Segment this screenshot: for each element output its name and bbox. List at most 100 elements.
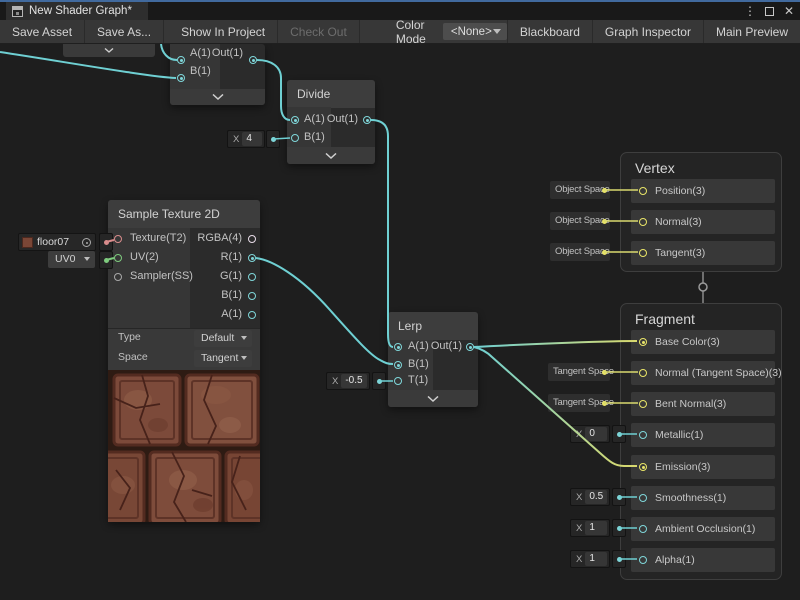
port-t[interactable] [394, 377, 402, 385]
fragment-row-ambient-occlusion[interactable]: Ambient Occlusion(1) [631, 517, 775, 541]
collapse-chevron-icon[interactable] [212, 94, 224, 100]
fragment-row-emission[interactable]: Emission(3) [631, 455, 775, 479]
vertex-context-block[interactable]: Vertex Position(3) Normal(3) Tangent(3) [620, 152, 782, 272]
vertex-row-tangent[interactable]: Tangent(3) [631, 241, 775, 265]
ambient-occlusion-default-field[interactable]: X 1 [570, 519, 610, 537]
type-value: Default [201, 332, 234, 344]
type-dropdown[interactable]: Default [194, 330, 252, 347]
vertex-row-normal[interactable]: Normal(3) [631, 210, 775, 234]
port-b[interactable] [248, 292, 256, 300]
fragment-context-block[interactable]: Fragment Base Color(3) Normal (Tangent S… [620, 303, 782, 580]
collapse-chevron-icon[interactable] [427, 396, 439, 402]
port-a[interactable] [248, 311, 256, 319]
texture-preview [108, 370, 260, 522]
port-bent-normal[interactable] [639, 400, 647, 408]
main-preview-toggle-button[interactable]: Main Preview [703, 20, 800, 43]
port-base-color[interactable] [639, 338, 647, 346]
node-divide[interactable]: Divide A(1) B(1) Out(1) [287, 80, 375, 164]
port-sampler[interactable] [114, 273, 122, 281]
fragment-row-metallic[interactable]: Metallic(1) [631, 423, 775, 447]
node-clipped-footer[interactable] [63, 44, 155, 57]
port-a[interactable] [177, 56, 185, 64]
divide-b-stub [266, 130, 280, 148]
collapse-chevron-icon[interactable] [325, 153, 337, 159]
port-a-label: A(1) [221, 308, 242, 320]
smoothness-default-field[interactable]: X 0.5 [570, 488, 610, 506]
port-out[interactable] [466, 343, 474, 351]
save-asset-button[interactable]: Save Asset [0, 20, 85, 43]
port-g[interactable] [248, 273, 256, 281]
lerp-t-stub [372, 372, 386, 390]
graph-inspector-toggle-button[interactable]: Graph Inspector [592, 20, 703, 43]
node-sample-texture-2d[interactable]: Sample Texture 2D Texture(T2) UV(2) Samp… [108, 200, 260, 522]
port-normal[interactable] [639, 218, 647, 226]
window-menu-icon[interactable]: ⋮ [743, 2, 757, 20]
fragment-row-smoothness[interactable]: Smoothness(1) [631, 486, 775, 510]
color-mode-dropdown[interactable]: <None> [443, 23, 507, 40]
port-out-label: Out(1) [431, 340, 462, 352]
port-out[interactable] [363, 116, 371, 124]
collapse-chevron-icon[interactable] [104, 48, 114, 53]
field-value[interactable]: -0.5 [341, 374, 367, 388]
show-in-project-button[interactable]: Show In Project [169, 20, 278, 43]
fragment-row-alpha[interactable]: Alpha(1) [631, 548, 775, 572]
lerp-t-default-field[interactable]: X -0.5 [326, 372, 370, 390]
ambient-occlusion-stub [612, 519, 626, 537]
port-tangent[interactable] [639, 249, 647, 257]
fragment-title: Fragment [635, 311, 695, 327]
node-lerp[interactable]: Lerp A(1) B(1) T(1) Out(1) [388, 312, 478, 407]
space-label: Space [118, 351, 148, 363]
port-out[interactable] [249, 56, 257, 64]
fragment-row-normal[interactable]: Normal (Tangent Space)(3) [631, 361, 775, 385]
node-title: Lerp [388, 312, 478, 340]
port-dot [602, 401, 607, 406]
field-value[interactable]: 4 [242, 132, 262, 146]
save-as-button[interactable]: Save As... [85, 20, 164, 43]
port-a[interactable] [394, 343, 402, 351]
port-smoothness[interactable] [639, 494, 647, 502]
fragment-row-base-color[interactable]: Base Color(3) [631, 330, 775, 354]
port-dot [617, 526, 622, 531]
port-a[interactable] [291, 116, 299, 124]
port-ambient-occlusion[interactable] [639, 525, 647, 533]
port-dot [104, 240, 109, 245]
port-g-label: G(1) [220, 270, 242, 282]
port-emission[interactable] [639, 463, 647, 471]
port-alpha[interactable] [639, 556, 647, 564]
blackboard-toggle-button[interactable]: Blackboard [507, 20, 592, 43]
vertex-row-position[interactable]: Position(3) [631, 179, 775, 203]
port-b[interactable] [394, 361, 402, 369]
space-badge-object: Object Space [550, 243, 610, 261]
metallic-default-field[interactable]: X 0 [570, 425, 610, 443]
port-b[interactable] [177, 74, 185, 82]
smoothness-stub [612, 488, 626, 506]
node-math-partial[interactable]: A(1) B(1) Out(1) [170, 44, 265, 105]
port-r[interactable] [248, 254, 256, 262]
fragment-row-bent-normal[interactable]: Bent Normal(3) [631, 392, 775, 416]
port-dot [617, 557, 622, 562]
uv-channel-value: UV0 [55, 253, 75, 265]
port-position[interactable] [639, 187, 647, 195]
uv-channel-dropdown[interactable]: UV0 [48, 251, 95, 268]
tab-new-shader-graph[interactable]: New Shader Graph* [6, 2, 148, 20]
metallic-stub [612, 425, 626, 443]
alpha-stub [612, 550, 626, 568]
port-texture-label: Texture(T2) [130, 232, 186, 244]
field-x-label: X [233, 134, 239, 145]
texture-asset-field[interactable]: floor07 [18, 233, 96, 251]
divide-b-default-field[interactable]: X 4 [227, 130, 265, 148]
port-b[interactable] [291, 134, 299, 142]
type-label: Type [118, 331, 141, 343]
tab-title: New Shader Graph* [29, 5, 132, 17]
check-out-button: Check Out [278, 20, 360, 43]
alpha-default-field[interactable]: X 1 [570, 550, 610, 568]
port-texture[interactable] [114, 235, 122, 243]
port-rgba[interactable] [248, 235, 256, 243]
maximize-icon[interactable] [765, 7, 774, 16]
port-uv[interactable] [114, 254, 122, 262]
port-normal-ts[interactable] [639, 369, 647, 377]
space-dropdown[interactable]: Tangent [194, 350, 252, 367]
close-icon[interactable]: ✕ [782, 2, 796, 20]
port-metallic[interactable] [639, 431, 647, 439]
object-picker-icon[interactable] [82, 238, 91, 247]
